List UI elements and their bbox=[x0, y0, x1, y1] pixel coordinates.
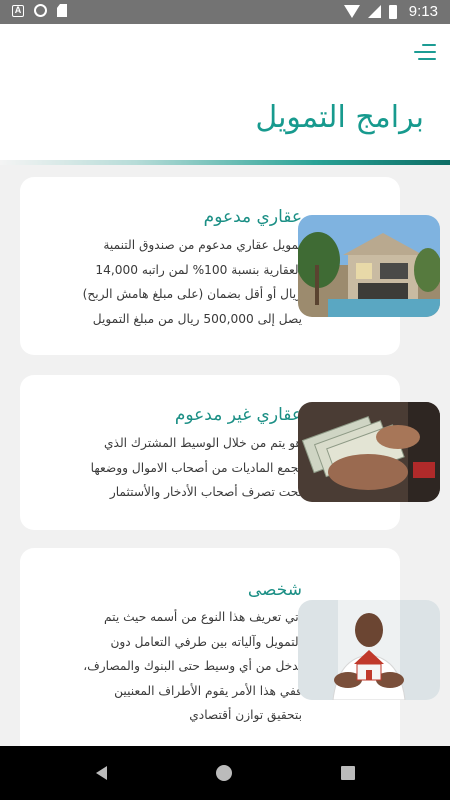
sd-card-icon bbox=[57, 4, 67, 17]
man-holding-house-photo bbox=[298, 600, 440, 700]
card-description: هو يتم من خلال الوسيط المشترك الذي يجمع … bbox=[32, 431, 302, 505]
card-line: تمويل عقاري مدعوم من صندوق التنمية bbox=[103, 238, 302, 252]
modern-house-photo bbox=[298, 215, 440, 317]
hamburger-menu-icon[interactable] bbox=[412, 44, 436, 62]
card-line: يصل إلى 500,000 ريال من مبلغ التمويل bbox=[92, 311, 302, 326]
navigation-bar bbox=[0, 746, 450, 800]
back-icon[interactable] bbox=[96, 766, 107, 780]
card-title: شخصى bbox=[247, 580, 302, 600]
card-line: يجمع الماديات من أصحاب الاموال ووضعها bbox=[90, 460, 302, 475]
card-line: ريال أو أقل بضمان (على مبلغ هامش الربح) bbox=[82, 287, 302, 301]
card-line: العقارية بنسبة 100% لمن راتبه 14,000 bbox=[95, 262, 302, 277]
money-in-hand-photo bbox=[298, 402, 440, 502]
card-description: أتي تعريف هذا النوع من أسمه حيث يتم التم… bbox=[32, 605, 302, 728]
status-bar: A 9:13 bbox=[0, 0, 450, 24]
status-right-icons: 9:13 bbox=[343, 3, 438, 20]
home-icon[interactable] bbox=[216, 765, 232, 781]
status-left-icons: A bbox=[12, 4, 67, 17]
card-line: تدخل من أي وسيط حتى البنوك والمصارف، bbox=[83, 659, 302, 673]
card-line: أتي تعريف هذا النوع من أسمه حيث يتم bbox=[104, 610, 302, 624]
wifi-icon bbox=[343, 5, 360, 18]
card-title: عقاري غير مدعوم bbox=[174, 405, 302, 425]
title-divider bbox=[0, 160, 450, 165]
page-title: برامج التمويل bbox=[255, 100, 424, 135]
circle-icon bbox=[34, 4, 47, 17]
card-title: عقاري مدعوم bbox=[203, 207, 302, 227]
card-line: بتحقيق توازن أقتصادي bbox=[189, 708, 302, 722]
card-line: هو يتم من خلال الوسيط المشترك الذي bbox=[104, 436, 302, 450]
recent-apps-icon[interactable] bbox=[341, 766, 355, 780]
card-line: تحت تصرف أصحاب الأدخار والأستثمار bbox=[109, 485, 302, 499]
battery-icon bbox=[388, 4, 397, 19]
a-icon: A bbox=[12, 4, 24, 17]
card-line: ففي هذا الأمر يقوم الأطراف المعنيين bbox=[114, 683, 302, 698]
signal-icon bbox=[367, 5, 381, 18]
card-description: تمويل عقاري مدعوم من صندوق التنمية العقا… bbox=[32, 233, 302, 331]
header: برامج التمويل bbox=[0, 24, 450, 160]
status-time: 9:13 bbox=[408, 3, 438, 20]
card-line: التمويل وآلياته بين طرفي التعامل دون bbox=[110, 634, 302, 649]
